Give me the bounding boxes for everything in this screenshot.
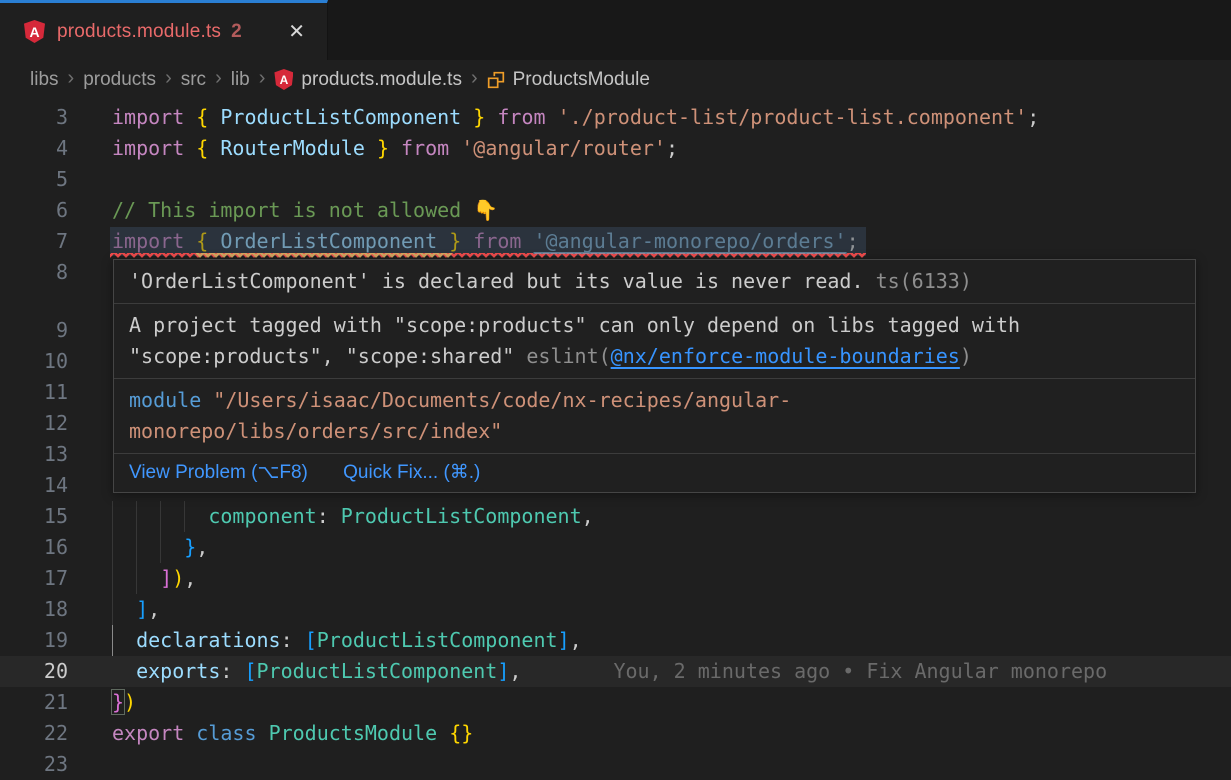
line-number[interactable]: 20 (0, 656, 68, 687)
line-number[interactable]: 3 (0, 102, 68, 133)
code-text[interactable]: import { RouterModule } from '@angular/r… (112, 133, 678, 164)
angular-icon: A (24, 20, 45, 43)
code-line-16[interactable]: 16 }, (0, 532, 1231, 563)
code-text[interactable]: component: ProductListComponent, (112, 501, 594, 532)
chevron-right-icon: › (471, 67, 478, 90)
line-number[interactable]: 9 (0, 315, 68, 346)
hover-ts-diagnostic: 'OrderListComponent' is declared but its… (114, 260, 1195, 303)
code-line-18[interactable]: 18 ], (0, 594, 1231, 625)
code-line-21[interactable]: 21}) (0, 687, 1231, 718)
line-number[interactable]: 18 (0, 594, 68, 625)
code-line-22[interactable]: 22 export class ProductsModule {} (0, 718, 1231, 749)
breadcrumb-label: libs (30, 69, 59, 91)
code-line-4[interactable]: 4 import { RouterModule } from '@angular/… (0, 133, 1231, 164)
line-number[interactable]: 17 (0, 563, 68, 594)
line-number[interactable]: 8 (0, 257, 68, 288)
breadcrumb-item-libs[interactable]: libs (30, 69, 59, 91)
code-line-20[interactable]: 20 exports: [ProductListComponent],You, … (0, 656, 1231, 687)
breadcrumb-label: src (181, 69, 206, 91)
chevron-right-icon: › (215, 67, 222, 90)
code-text[interactable]: }, (112, 532, 208, 563)
tab-bar: A products.module.ts 2 ✕ (0, 0, 1231, 60)
code-line-17[interactable]: 17 ]), (0, 563, 1231, 594)
code-line-3[interactable]: 3 import { ProductListComponent } from '.… (0, 102, 1231, 133)
code-line-23[interactable]: 23 (0, 749, 1231, 780)
angular-icon: A (274, 69, 293, 90)
breadcrumb-item-productsmodule[interactable]: ProductsModule (487, 69, 650, 91)
breadcrumb-item-products-module-ts[interactable]: Aproducts.module.ts (274, 69, 462, 91)
breadcrumb-item-products[interactable]: products (83, 69, 156, 91)
code-editor[interactable]: 3 import { ProductListComponent } from '.… (0, 99, 1231, 780)
close-icon[interactable]: ✕ (284, 17, 309, 46)
line-number[interactable]: 14 (0, 470, 68, 501)
code-text[interactable]: // This import is not allowed 👇 (112, 195, 498, 226)
code-text[interactable]: export class ProductsModule {} (112, 718, 473, 749)
hover-actions: View Problem (⌥F8) Quick Fix... (⌘.) (114, 453, 1195, 492)
line-number[interactable]: 22 (0, 718, 68, 749)
line-number[interactable]: 7 (0, 226, 68, 257)
hover-popup: 'OrderListComponent' is declared but its… (113, 259, 1196, 493)
code-line-19[interactable]: 19 declarations: [ProductListComponent], (0, 625, 1231, 656)
line-number[interactable]: 11 (0, 377, 68, 408)
chevron-right-icon: › (259, 67, 266, 90)
eslint-rule-link[interactable]: @nx/enforce-module-boundaries (611, 344, 960, 368)
breadcrumb-label: products.module.ts (301, 69, 462, 91)
tab-products-module[interactable]: A products.module.ts 2 ✕ (0, 0, 328, 60)
code-text[interactable]: ], (112, 594, 160, 625)
view-problem-action[interactable]: View Problem (⌥F8) (129, 462, 308, 483)
breadcrumb-item-src[interactable]: src (181, 69, 206, 91)
hover-eslint-diagnostic: A project tagged with "scope:products" c… (114, 303, 1195, 378)
line-number[interactable]: 6 (0, 195, 68, 226)
line-number[interactable]: 23 (0, 749, 68, 780)
breadcrumb-label: products (83, 69, 156, 91)
breadcrumb: libs › products › src › lib › Aproducts.module.t… (0, 60, 1231, 99)
code-text[interactable]: }) (112, 687, 136, 718)
ts-message: 'OrderListComponent' is declared but its… (129, 269, 864, 293)
code-line-5[interactable]: 5 (0, 164, 1231, 195)
code-line-6[interactable]: 6 // This import is not allowed 👇 (0, 195, 1231, 226)
quick-fix-action[interactable]: Quick Fix... (⌘.) (343, 462, 480, 483)
breadcrumb-label: ProductsModule (513, 69, 650, 91)
git-blame-annotation: You, 2 minutes ago • Fix Angular monorep… (613, 659, 1107, 683)
vscode-window: A products.module.ts 2 ✕ libs › products › s… (0, 0, 1231, 780)
symbol-class-icon (487, 71, 505, 89)
code-text[interactable]: ]), (112, 563, 196, 594)
line-number[interactable]: 10 (0, 346, 68, 377)
eslint-message-line2: "scope:products", "scope:shared" eslint(… (129, 341, 1180, 372)
line-number[interactable]: 19 (0, 625, 68, 656)
line-number[interactable]: 15 (0, 501, 68, 532)
code-text[interactable]: exports: [ProductListComponent],You, 2 m… (112, 656, 1107, 687)
line-number[interactable]: 5 (0, 164, 68, 195)
code-text[interactable]: declarations: [ProductListComponent], (112, 625, 582, 656)
eslint-message-line1: A project tagged with "scope:products" c… (129, 310, 1180, 341)
chevron-right-icon: › (68, 67, 75, 90)
line-number[interactable]: 4 (0, 133, 68, 164)
module-path-line1: module "/Users/isaac/Documents/code/nx-r… (129, 385, 1180, 416)
line-number[interactable]: 16 (0, 532, 68, 563)
tab-label: products.module.ts (57, 21, 221, 43)
code-line-15[interactable]: 15 component: ProductListComponent, (0, 501, 1231, 532)
code-text[interactable]: import { ProductListComponent } from './… (112, 102, 1039, 133)
line-number[interactable]: 13 (0, 439, 68, 470)
line-number[interactable]: 21 (0, 687, 68, 718)
chevron-right-icon: › (165, 67, 172, 90)
code-line-7[interactable]: 7 import { OrderListComponent } from '@an… (0, 226, 1231, 257)
ts-error-code: ts(6133) (876, 269, 972, 293)
code-text[interactable]: import { OrderListComponent } from '@ang… (112, 226, 859, 257)
breadcrumb-label: lib (231, 69, 250, 91)
line-number[interactable]: 12 (0, 408, 68, 439)
breadcrumb-item-lib[interactable]: lib (231, 69, 250, 91)
hover-module-info: module "/Users/isaac/Documents/code/nx-r… (114, 378, 1195, 453)
module-path-line2: monorepo/libs/orders/src/index" (129, 416, 1180, 447)
tab-problems-badge: 2 (231, 21, 242, 43)
